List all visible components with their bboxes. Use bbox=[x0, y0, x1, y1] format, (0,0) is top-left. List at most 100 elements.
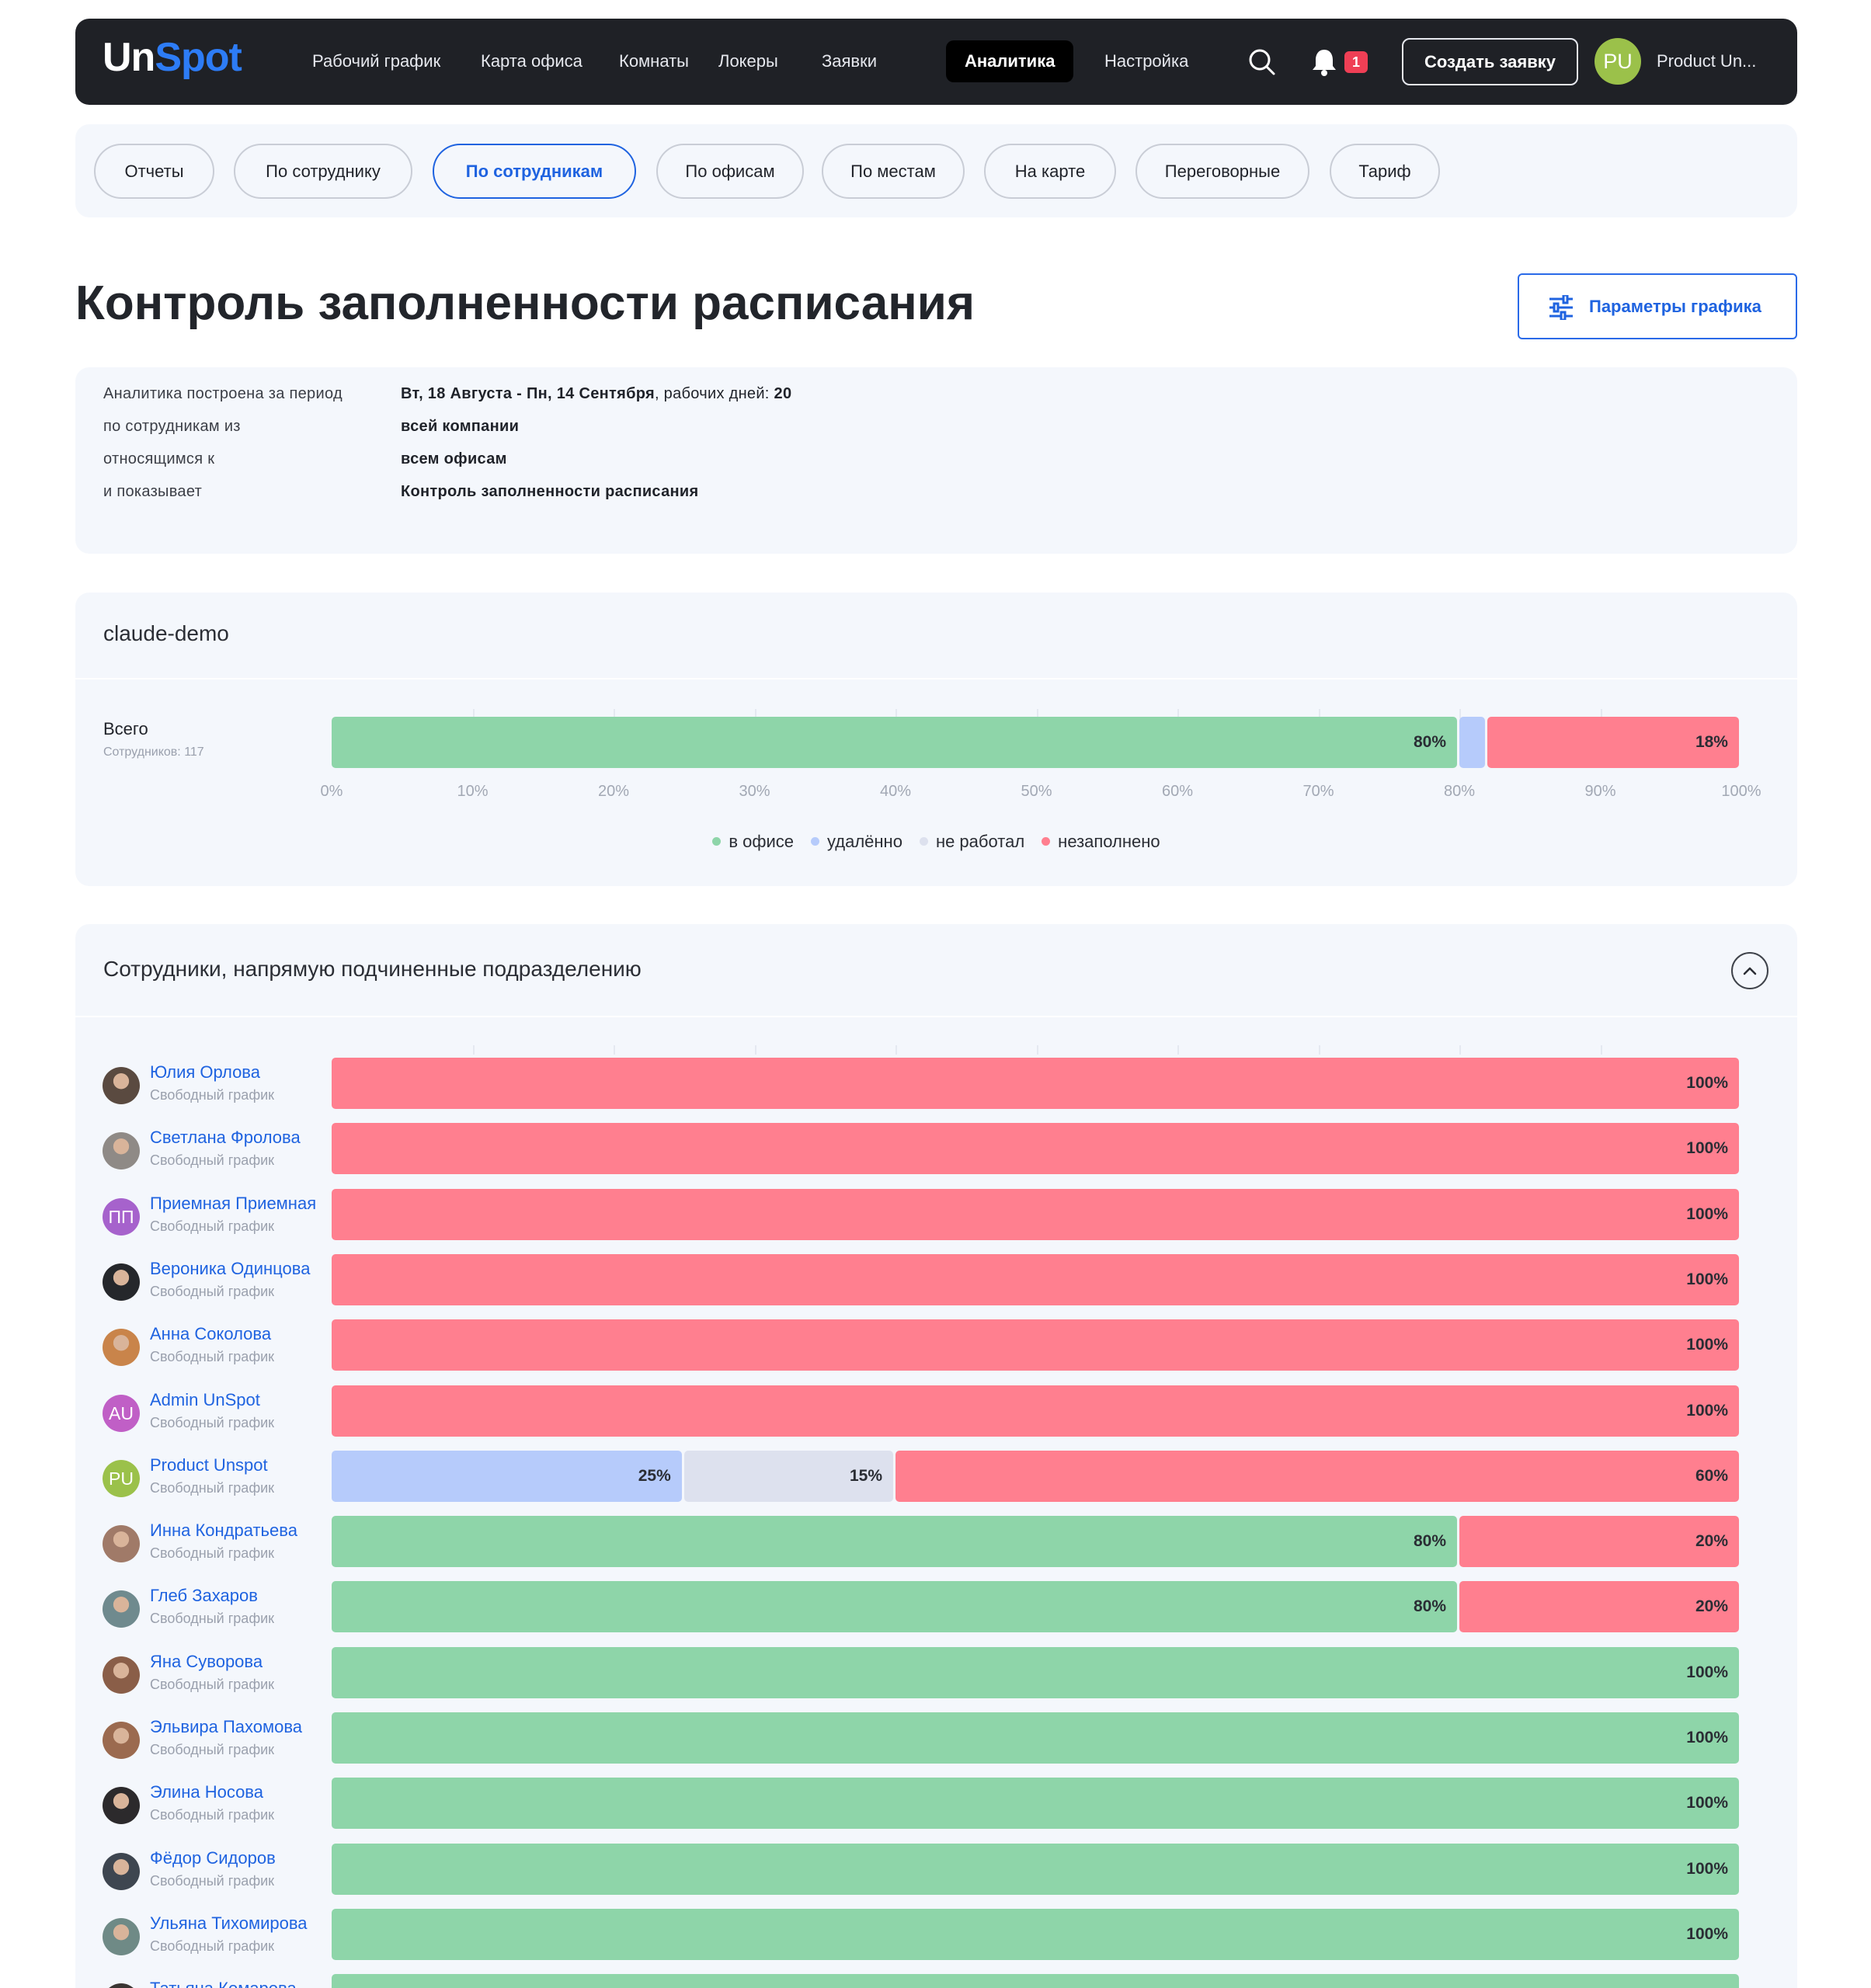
section-title: Сотрудники, напрямую подчиненные подразд… bbox=[103, 957, 642, 981]
employee-name-link[interactable]: Глеб Захаров bbox=[150, 1586, 327, 1606]
nav-item-0[interactable]: Рабочий график bbox=[294, 40, 459, 82]
employee-8-segment-office[interactable]: 80% bbox=[332, 1581, 1457, 1633]
total-segment-office[interactable]: 80% bbox=[332, 717, 1457, 768]
employee-stacked-bar[interactable]: 100% bbox=[332, 1712, 1741, 1764]
employee-1-segment-empty[interactable]: 100% bbox=[332, 1123, 1739, 1175]
employee-avatar bbox=[103, 1983, 140, 1988]
employee-name-link[interactable]: Инна Кондратьева bbox=[150, 1521, 327, 1541]
employee-10-segment-office[interactable]: 100% bbox=[332, 1712, 1739, 1764]
legend-item-empty[interactable]: незаполнено bbox=[1042, 832, 1160, 852]
employee-name-link[interactable]: Admin UnSpot bbox=[150, 1390, 327, 1410]
employee-name-link[interactable]: Приемная Приемная bbox=[150, 1194, 327, 1214]
employee-name-link[interactable]: Яна Суворова bbox=[150, 1652, 327, 1672]
total-segment-remote[interactable] bbox=[1459, 717, 1486, 768]
employee-stacked-bar[interactable]: 100% bbox=[332, 1058, 1741, 1109]
tab-7[interactable]: Тариф bbox=[1330, 144, 1440, 199]
total-stacked-bar[interactable]: 80% 18% bbox=[332, 717, 1741, 768]
employee-schedule: Свободный график bbox=[150, 1545, 275, 1562]
collapse-section-button[interactable] bbox=[1731, 952, 1768, 989]
nav-item-1[interactable]: Карта офиса bbox=[462, 40, 601, 82]
employee-5-segment-empty[interactable]: 100% bbox=[332, 1385, 1739, 1437]
employee-schedule: Свободный график bbox=[150, 1218, 275, 1234]
employee-stacked-bar[interactable]: 100% bbox=[332, 1385, 1741, 1437]
employee-14-segment-office[interactable]: 100% bbox=[332, 1974, 1739, 1988]
employee-stacked-bar[interactable]: 100% bbox=[332, 1253, 1741, 1305]
employee-name-link[interactable]: Product Unspot bbox=[150, 1455, 327, 1475]
employee-row: AU Admin UnSpot Свободный график 100% bbox=[75, 1385, 1797, 1451]
employee-name-link[interactable]: Эльвира Пахомова bbox=[150, 1717, 327, 1737]
legend-swatch bbox=[712, 837, 722, 846]
tab-4[interactable]: По местам bbox=[822, 144, 965, 199]
employee-6-segment-empty[interactable]: 60% bbox=[896, 1450, 1739, 1502]
search-icon[interactable] bbox=[1247, 47, 1278, 78]
top-navbar: UnSpot Рабочий график Карта офиса Комнаты Л… bbox=[75, 19, 1797, 105]
tab-5[interactable]: На карте bbox=[984, 144, 1116, 199]
employee-12-segment-office[interactable]: 100% bbox=[332, 1843, 1739, 1895]
employee-stacked-bar[interactable]: 100% bbox=[332, 1646, 1741, 1698]
chart-parameters-button[interactable]: Параметры графика bbox=[1518, 273, 1797, 339]
employee-stacked-bar[interactable]: 100% bbox=[332, 1908, 1741, 1960]
tab-1[interactable]: По сотруднику bbox=[234, 144, 412, 199]
legend-item-office[interactable]: в офисе bbox=[712, 832, 794, 852]
employee-name-link[interactable]: Анна Соколова bbox=[150, 1324, 327, 1344]
employee-13-segment-office[interactable]: 100% bbox=[332, 1908, 1739, 1960]
employee-name-link[interactable]: Юлия Орлова bbox=[150, 1062, 327, 1083]
employee-stacked-bar[interactable]: 100% bbox=[332, 1778, 1741, 1830]
employee-avatar: PU bbox=[103, 1459, 140, 1497]
employee-2-segment-empty[interactable]: 100% bbox=[332, 1188, 1739, 1240]
employee-stacked-bar[interactable]: 80% 20% bbox=[332, 1581, 1741, 1633]
employee-3-segment-empty[interactable]: 100% bbox=[332, 1253, 1739, 1305]
user-avatar[interactable]: PU bbox=[1595, 38, 1641, 85]
employee-12-value-office: 100% bbox=[1686, 1859, 1728, 1878]
tab-0[interactable]: Отчеты bbox=[94, 144, 214, 199]
employee-stacked-bar[interactable]: 25% 15% 60% bbox=[332, 1450, 1741, 1502]
notifications-bell-icon[interactable] bbox=[1310, 47, 1338, 78]
nav-item-2[interactable]: Комнаты bbox=[600, 40, 708, 82]
employee-schedule: Свободный график bbox=[150, 1479, 275, 1496]
tab-2[interactable]: По сотрудникам bbox=[433, 144, 636, 199]
legend-item-not_worked[interactable]: не работал bbox=[919, 832, 1024, 852]
employee-6-segment-remote[interactable]: 25% bbox=[332, 1450, 682, 1502]
employee-8-value-office: 80% bbox=[1413, 1597, 1446, 1616]
employee-row: Юлия Орлова Свободный график 100% bbox=[75, 1058, 1797, 1123]
employee-schedule: Свободный график bbox=[150, 1087, 275, 1103]
nav-item-3[interactable]: Локеры bbox=[700, 40, 797, 82]
nav-item-4[interactable]: Заявки bbox=[803, 40, 896, 82]
employee-name-link[interactable]: Светлана Фролова bbox=[150, 1128, 327, 1148]
employee-0-segment-empty[interactable]: 100% bbox=[332, 1058, 1739, 1109]
employee-schedule: Свободный график bbox=[150, 1742, 275, 1757]
employee-9-segment-office[interactable]: 100% bbox=[332, 1646, 1739, 1698]
employee-11-segment-office[interactable]: 100% bbox=[332, 1778, 1739, 1830]
employee-stacked-bar[interactable]: 100% bbox=[332, 1843, 1741, 1895]
employee-name-link[interactable]: Фёдор Сидоров bbox=[150, 1848, 327, 1868]
total-employees-count: Сотрудников: 117 bbox=[103, 746, 204, 759]
x-axis-ticks: 0% 10% 20% 30% 40% 50% 60% 70% 80% 90% 100% bbox=[321, 783, 1761, 806]
employee-4-segment-empty[interactable]: 100% bbox=[332, 1319, 1739, 1371]
legend-item-remote[interactable]: удалённо bbox=[810, 832, 902, 852]
nav-item-5[interactable]: Аналитика bbox=[946, 40, 1074, 82]
create-request-button[interactable]: Создать заявку bbox=[1402, 38, 1578, 85]
employee-7-segment-office[interactable]: 80% bbox=[332, 1516, 1457, 1568]
employee-schedule: Свободный график bbox=[150, 1152, 275, 1169]
employee-stacked-bar[interactable]: 100% bbox=[332, 1188, 1741, 1240]
employees-chart-card: Сотрудники, напрямую подчиненные подразд… bbox=[75, 924, 1797, 1988]
employee-8-segment-empty[interactable]: 20% bbox=[1459, 1581, 1739, 1633]
employee-name-link[interactable]: Татьяна Комарова bbox=[150, 1979, 327, 1988]
employee-row: Эльвира Пахомова Свободный график 100% bbox=[75, 1712, 1797, 1778]
employee-stacked-bar[interactable]: 100% bbox=[332, 1974, 1741, 1988]
employee-stacked-bar[interactable]: 100% bbox=[332, 1319, 1741, 1371]
employee-name-link[interactable]: Вероника Одинцова bbox=[150, 1259, 327, 1279]
user-menu-name[interactable]: Product Un... bbox=[1657, 40, 1756, 82]
employee-name-link[interactable]: Элина Носова bbox=[150, 1782, 327, 1802]
tab-6[interactable]: Переговорные bbox=[1135, 144, 1309, 199]
employee-name-link[interactable]: Ульяна Тихомирова bbox=[150, 1913, 327, 1934]
employee-stacked-bar[interactable]: 100% bbox=[332, 1123, 1741, 1175]
employee-7-segment-empty[interactable]: 20% bbox=[1459, 1516, 1739, 1568]
tab-3[interactable]: По офисам bbox=[656, 144, 804, 199]
employee-6-segment-not_worked[interactable]: 15% bbox=[683, 1450, 893, 1502]
unspot-logo[interactable]: UnSpot bbox=[103, 34, 242, 81]
employee-stacked-bar[interactable]: 80% 20% bbox=[332, 1516, 1741, 1568]
employee-avatar: AU bbox=[103, 1394, 140, 1432]
nav-item-6[interactable]: Настройка bbox=[1086, 40, 1207, 82]
total-segment-empty[interactable]: 18% bbox=[1487, 717, 1739, 768]
